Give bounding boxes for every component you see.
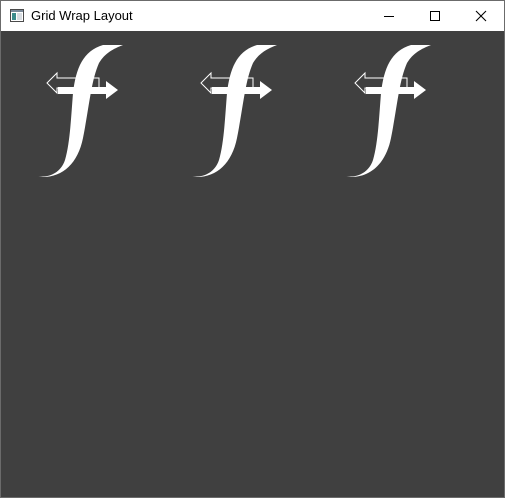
grid-wrap-content	[1, 31, 504, 497]
function-arrow-icon	[190, 45, 277, 177]
window-title: Grid Wrap Layout	[31, 8, 133, 23]
minimize-button[interactable]	[366, 1, 412, 31]
function-arrow-icon	[36, 45, 123, 177]
maximize-icon	[430, 11, 440, 21]
grid-item	[341, 43, 431, 183]
maximize-button[interactable]	[412, 1, 458, 31]
close-button[interactable]	[458, 1, 504, 31]
close-icon	[475, 10, 487, 22]
grid-item	[33, 43, 123, 183]
function-arrow-icon	[344, 45, 431, 177]
title-bar[interactable]: Grid Wrap Layout	[1, 1, 504, 31]
window-app-icon	[10, 9, 24, 22]
minimize-icon	[384, 16, 394, 17]
grid-item	[187, 43, 277, 183]
main-window: Grid Wrap Layout	[0, 0, 505, 498]
